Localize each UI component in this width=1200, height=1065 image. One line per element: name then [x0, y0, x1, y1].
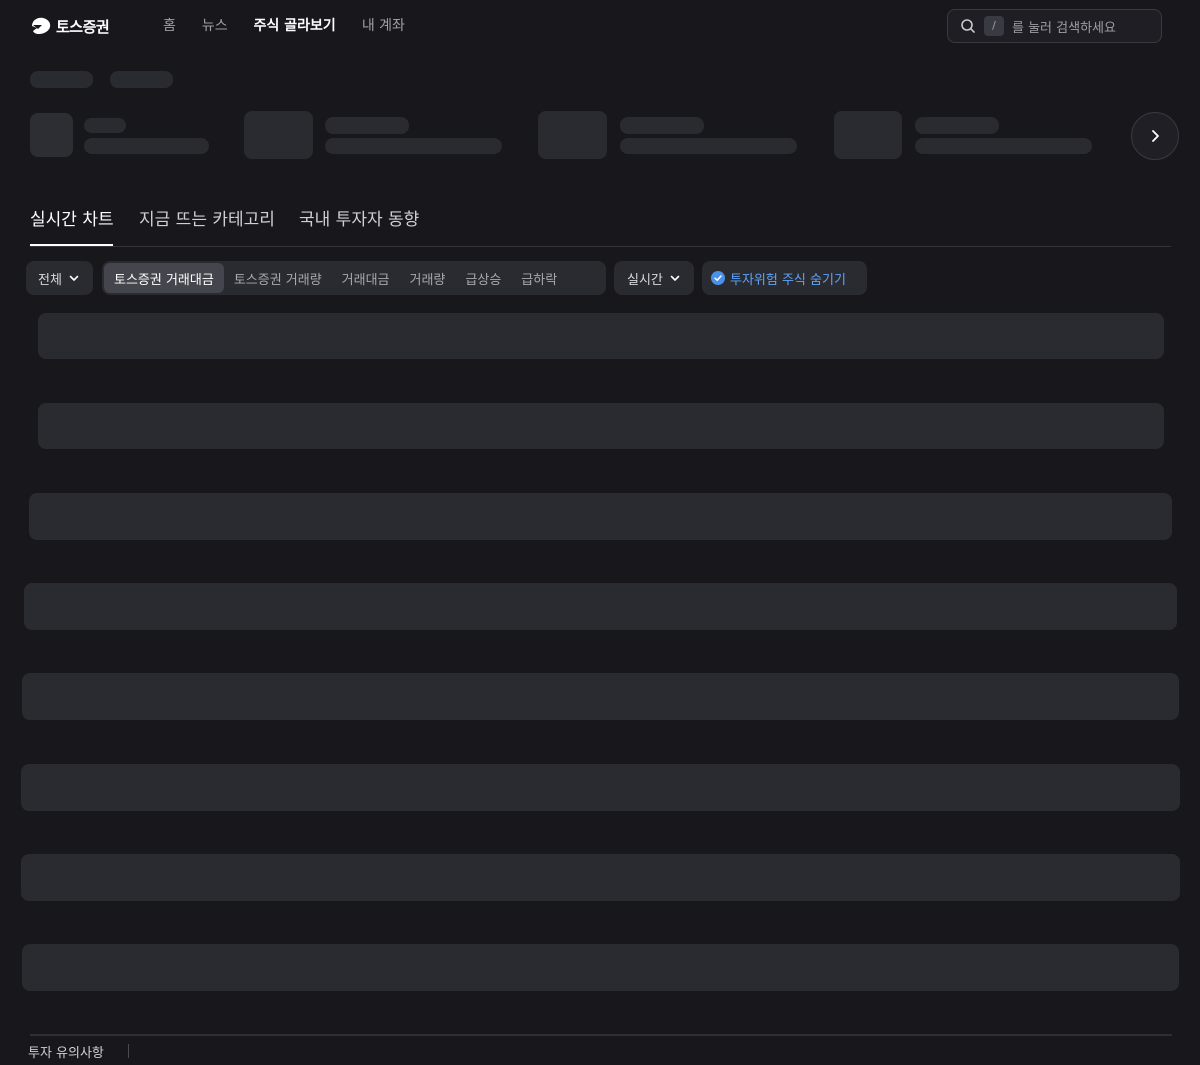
skeleton-line — [84, 118, 126, 133]
skeleton-card-image — [30, 113, 73, 157]
market-select-value: 전체 — [38, 272, 62, 288]
skeleton-line — [915, 138, 1092, 154]
ranking-trade-amount[interactable]: 거래대금 — [332, 263, 400, 293]
nav-home[interactable]: 홈 — [163, 16, 176, 36]
tab-realtime-chart[interactable]: 실시간 차트 — [30, 208, 114, 232]
skeleton-line — [620, 117, 704, 134]
nav-my-account[interactable]: 내 계좌 — [362, 16, 405, 36]
skeleton-row — [24, 583, 1177, 630]
carousel-next-button[interactable] — [1131, 112, 1179, 160]
skeleton-line — [325, 117, 409, 134]
nav-news[interactable]: 뉴스 — [202, 16, 228, 36]
chevron-down-icon — [670, 275, 680, 281]
market-select[interactable]: 전체 — [26, 261, 93, 295]
ranking-surge[interactable]: 급상승 — [455, 263, 511, 293]
skeleton-row — [38, 313, 1164, 359]
skeleton-line — [915, 117, 999, 134]
skeleton-card-image — [834, 111, 902, 159]
hide-risk-label: 투자위험 주식 숨기기 — [730, 272, 846, 288]
page: 토스증권 홈 뉴스 주식 골라보기 내 계좌 / 를 눌러 검색하세요 실시간 … — [0, 0, 1200, 1065]
skeleton-card-image — [538, 111, 607, 159]
chevron-right-icon — [1152, 130, 1159, 142]
ranking-toss-trade-volume[interactable]: 토스증권 거래량 — [224, 263, 332, 293]
skeleton-row — [22, 673, 1179, 720]
tab-trending-category[interactable]: 지금 뜨는 카테고리 — [139, 208, 275, 232]
chevron-down-icon — [69, 275, 79, 281]
ranking-toss-trade-amount[interactable]: 토스증권 거래대금 — [104, 263, 224, 293]
skeleton-label — [110, 71, 173, 88]
check-circle-icon — [711, 271, 725, 285]
skeleton-card-image — [244, 111, 313, 159]
period-select-value: 실시간 — [627, 272, 663, 288]
chart-tabs: 실시간 차트 지금 뜨는 카테고리 국내 투자자 동향 — [30, 208, 1171, 247]
hide-risk-toggle[interactable]: 투자위험 주식 숨기기 — [702, 261, 867, 295]
top-header: 토스증권 홈 뉴스 주식 골라보기 내 계좌 / 를 눌러 검색하세요 — [0, 0, 1200, 52]
search-icon — [961, 19, 975, 33]
search-shortcut-key: / — [984, 16, 1004, 36]
brand-name: 토스증권 — [56, 17, 110, 36]
brand-logo[interactable]: 토스증권 — [30, 14, 110, 38]
ranking-segmented-control: 토스증권 거래대금 토스증권 거래량 거래대금 거래량 급상승 급하락 — [102, 261, 606, 295]
nav-stock-screener[interactable]: 주식 골라보기 — [254, 16, 336, 36]
skeleton-row — [21, 854, 1180, 901]
tab-investor-trends[interactable]: 국내 투자자 동향 — [299, 208, 419, 232]
skeleton-label — [30, 71, 93, 88]
skeleton-row — [21, 764, 1180, 811]
skeleton-line — [325, 138, 502, 154]
skeleton-line — [84, 138, 209, 154]
ranking-plunge[interactable]: 급하락 — [511, 263, 567, 293]
skeleton-line — [620, 138, 797, 154]
skeleton-row — [29, 493, 1172, 540]
toss-logo-icon — [32, 17, 51, 34]
period-select[interactable]: 실시간 — [614, 261, 694, 295]
active-tab-indicator — [30, 244, 113, 246]
footer-separator — [128, 1044, 129, 1058]
main-nav: 홈 뉴스 주식 골라보기 내 계좌 — [163, 16, 431, 36]
search-box[interactable]: / 를 눌러 검색하세요 — [947, 9, 1162, 43]
footer-divider — [30, 1034, 1172, 1036]
investment-notice-link[interactable]: 투자 유의사항 — [28, 1042, 104, 1061]
skeleton-row — [22, 944, 1179, 991]
search-hint: 를 눌러 검색하세요 — [1012, 20, 1116, 36]
skeleton-row — [38, 403, 1164, 449]
ranking-trade-volume[interactable]: 거래량 — [400, 263, 456, 293]
